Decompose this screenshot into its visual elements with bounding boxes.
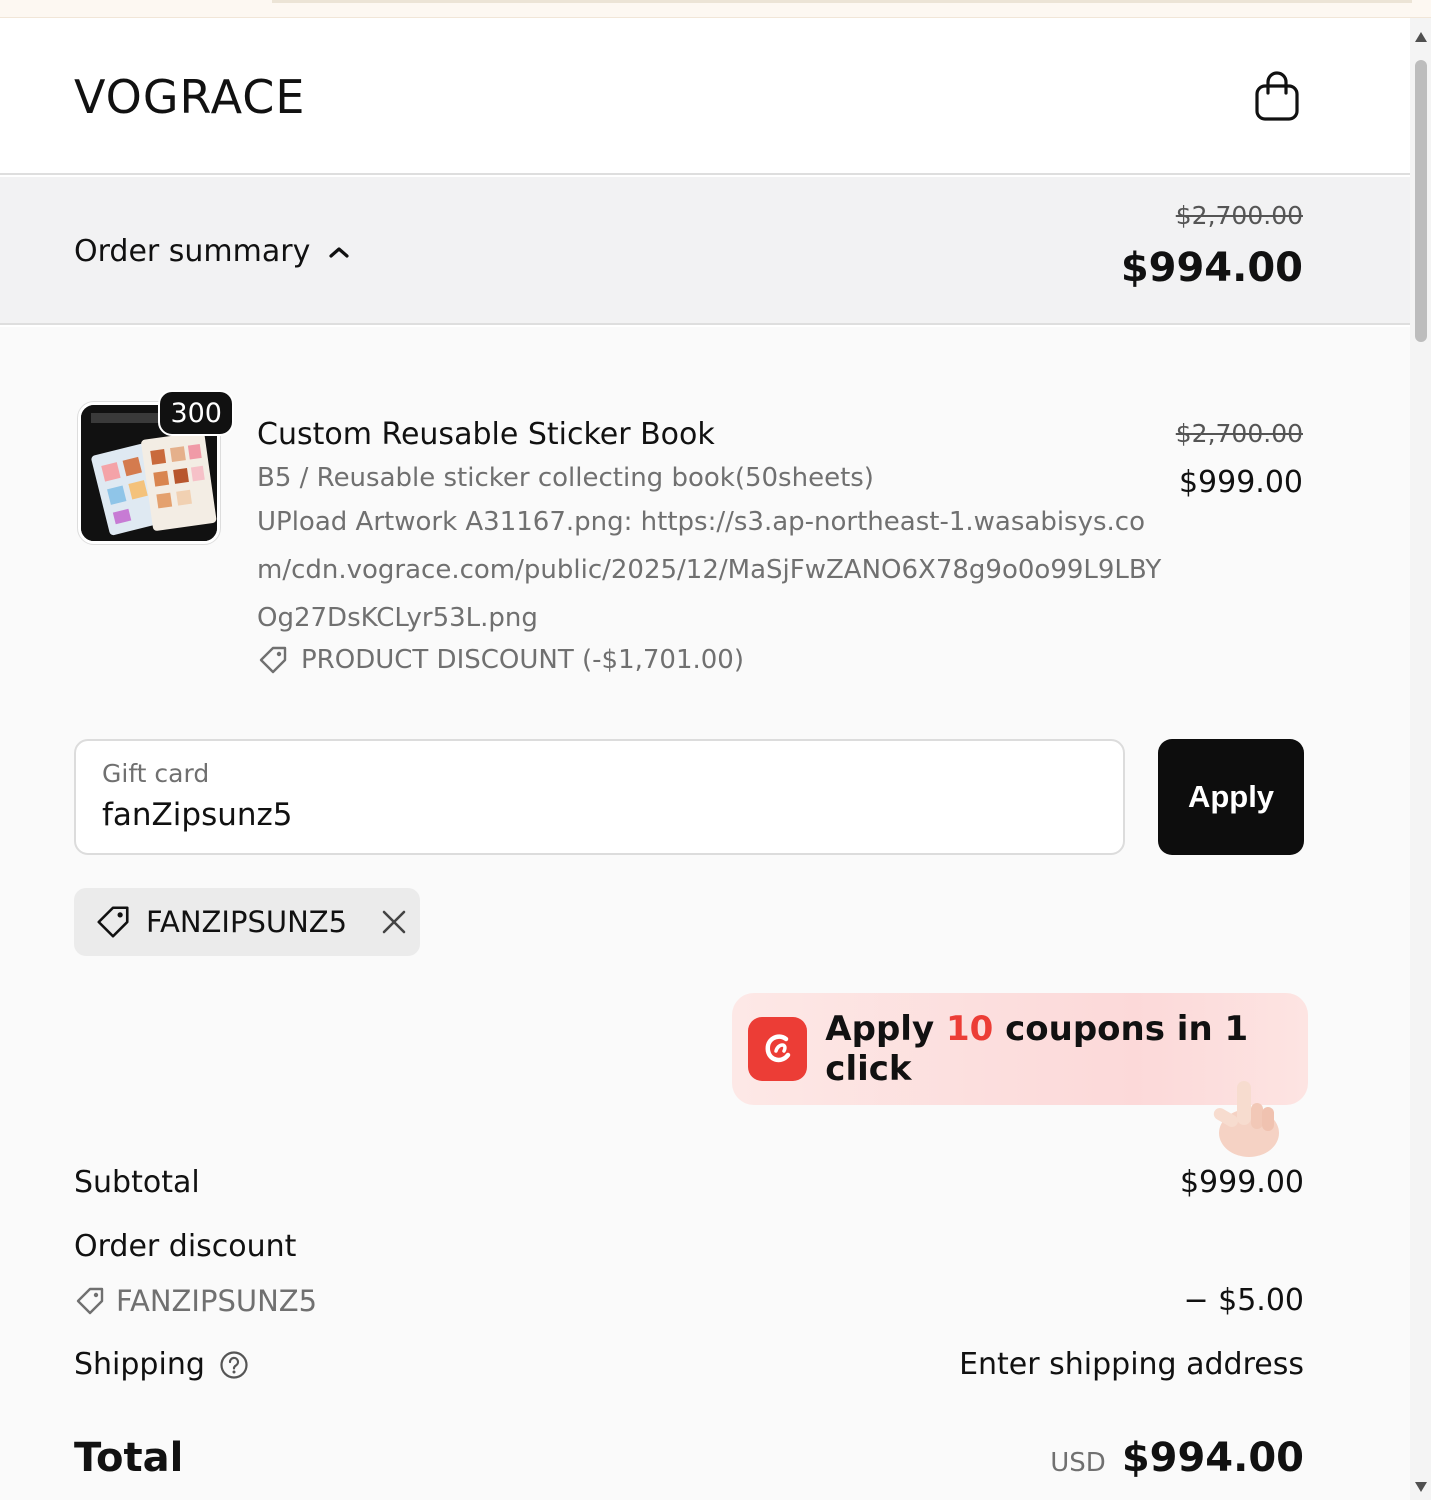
order-discount-code-row: FANZIPSUNZ5 − $5.00	[74, 1283, 1304, 1318]
order-discount-code: FANZIPSUNZ5	[74, 1284, 317, 1318]
product-price: $999.00	[1178, 465, 1303, 500]
shopping-bag-icon[interactable]	[1254, 70, 1300, 122]
product-variant: B5 / Reusable sticker collecting book(50…	[257, 463, 874, 493]
product-details: Custom Reusable Sticker Book B5 / Reusab…	[257, 414, 1177, 676]
product-thumbnail: 300	[78, 390, 234, 544]
product-upload-property: UPload Artwork A31167.png: https://s3.ap…	[257, 507, 1162, 633]
order-summary-label: Order summary	[74, 234, 311, 269]
order-summary-toggle-bar[interactable]: Order summary $2,700.00 $994.00	[0, 177, 1410, 325]
applied-discount-chip: FANZIPSUNZ5	[74, 888, 420, 956]
scroll-down-arrow[interactable]	[1415, 1482, 1427, 1492]
help-circle-icon[interactable]	[219, 1350, 249, 1380]
gift-card-input[interactable]: fanZipsunz5	[102, 797, 293, 833]
shipping-label: Shipping	[74, 1347, 205, 1382]
page-scrollbar[interactable]	[1410, 18, 1431, 1500]
gift-card-label: Gift card	[102, 759, 210, 788]
pointing-hand-icon	[1213, 1081, 1279, 1157]
gift-card-field[interactable]: Gift card fanZipsunz5	[74, 739, 1125, 855]
applied-discount-code: FANZIPSUNZ5	[146, 905, 348, 939]
tag-icon	[76, 1287, 104, 1314]
scroll-up-arrow[interactable]	[1415, 32, 1427, 42]
quantity-badge: 300	[158, 390, 234, 436]
store-logo[interactable]: VOGRACE	[74, 70, 305, 124]
total-label: Total	[74, 1435, 184, 1481]
order-summary-content: 300 Custom Reusable Sticker Book B5 / Re…	[0, 327, 1410, 1500]
coupon-count: 10	[945, 1009, 994, 1049]
product-original-price: $2,700.00	[1175, 419, 1303, 448]
summary-original-total: $2,700.00	[1175, 201, 1303, 230]
summary-total: $994.00	[1120, 245, 1303, 291]
order-discount-code-label: FANZIPSUNZ5	[116, 1283, 318, 1318]
coupon-banner-prefix: Apply	[825, 1009, 946, 1049]
order-discount-label: Order discount	[74, 1229, 297, 1264]
browser-top-strip	[0, 0, 1431, 18]
shipping-value: Enter shipping address	[959, 1347, 1304, 1382]
product-title: Custom Reusable Sticker Book	[257, 417, 715, 452]
order-summary-toggle[interactable]: Order summary	[74, 234, 350, 269]
site-header: VOGRACE	[0, 18, 1410, 175]
coupon-extension-logo-icon	[748, 1017, 808, 1081]
product-discount-label: PRODUCT DISCOUNT (-$1,701.00)	[301, 645, 744, 675]
scrollbar-thumb[interactable]	[1415, 60, 1427, 342]
close-icon[interactable]	[381, 909, 407, 935]
shipping-label-group: Shipping	[74, 1347, 249, 1382]
shipping-row: Shipping Enter shipping address	[74, 1347, 1304, 1382]
product-discount: PRODUCT DISCOUNT (-$1,701.00)	[257, 644, 1177, 676]
total-value: $994.00	[1121, 1435, 1304, 1481]
order-discount-row: Order discount	[74, 1229, 1304, 1264]
top-strip-segment	[272, 0, 1412, 3]
total-currency: USD	[1050, 1448, 1106, 1478]
checkout-page: VOGRACE Order summary $2,700.00 $994.00	[0, 18, 1410, 1500]
total-amount: USD $994.00	[1050, 1435, 1304, 1481]
subtotal-label: Subtotal	[74, 1165, 200, 1200]
apply-button[interactable]: Apply	[1158, 739, 1304, 855]
tag-icon	[97, 906, 129, 938]
order-discount-value: − $5.00	[1183, 1283, 1304, 1318]
subtotal-value: $999.00	[1179, 1165, 1304, 1200]
chevron-up-icon	[329, 246, 349, 258]
tag-icon	[259, 646, 287, 674]
total-row: Total USD $994.00	[74, 1435, 1304, 1481]
subtotal-row: Subtotal $999.00	[74, 1165, 1304, 1200]
